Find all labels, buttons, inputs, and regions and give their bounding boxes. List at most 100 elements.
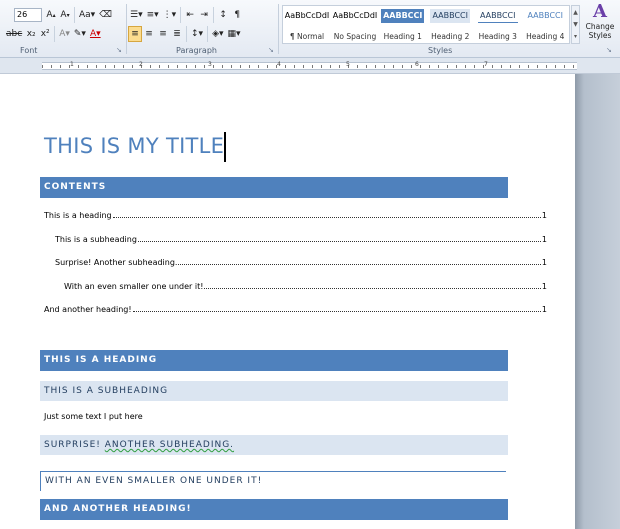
paragraph-dialog-launcher-icon[interactable]: ↘: [268, 46, 276, 54]
toc-leader-dots: [112, 217, 541, 218]
ruler-tick: [123, 65, 124, 68]
ruler-tick: [312, 65, 313, 68]
change-styles-label: Styles: [588, 31, 612, 40]
ruler-tick: [42, 65, 43, 68]
separator: [54, 26, 56, 42]
ruler-tick: [411, 65, 412, 68]
strikethrough-icon[interactable]: abc: [4, 26, 24, 42]
ruler-tick: [519, 65, 520, 68]
ruler-tick: [402, 65, 403, 68]
bullets-icon[interactable]: ☰▾: [128, 7, 145, 23]
toc-entry[interactable]: And another heading! 1: [44, 302, 547, 314]
toc-leader-dots: [178, 264, 541, 265]
subheading-2-prefix: SURPRISE!: [44, 440, 105, 450]
heading-3[interactable]: WITH AN EVEN SMALLER ONE UNDER IT!: [40, 471, 506, 491]
text-cursor: [224, 132, 226, 162]
style-tile[interactable]: AaBbCcDdI ¶ Normal: [282, 6, 332, 43]
page-gutter: [575, 74, 620, 529]
horizontal-ruler[interactable]: 1 2 3 4 5 6 7: [0, 58, 620, 74]
ruler-tick: [321, 65, 322, 68]
ruler-tick: [564, 65, 565, 68]
separator: [74, 7, 75, 23]
font-size-box[interactable]: 26: [14, 8, 42, 22]
scroll-up-icon[interactable]: ▲: [573, 9, 578, 16]
shrink-font-icon[interactable]: A ▾: [58, 7, 72, 23]
change-styles-icon: A: [593, 1, 607, 22]
grow-font-icon[interactable]: A ▴: [44, 7, 58, 23]
show-formatting-icon[interactable]: ¶: [230, 7, 244, 23]
more-icon[interactable]: ▾: [574, 33, 577, 40]
decrease-indent-icon[interactable]: ⇤: [183, 7, 197, 23]
style-tile[interactable]: AABBCCI Heading 2: [427, 6, 475, 43]
ruler-tick: [285, 65, 286, 68]
ruler-tick: [438, 65, 439, 68]
shading-icon[interactable]: ◈▾: [210, 26, 225, 42]
heading-1[interactable]: THIS IS A HEADING: [40, 350, 508, 371]
toc-entry[interactable]: Surprise! Another subheading. 1: [55, 255, 547, 267]
line-spacing-icon[interactable]: ↕▾: [189, 26, 205, 42]
toc-leader-dots: [204, 287, 541, 289]
justify-icon[interactable]: ≣: [170, 26, 184, 42]
ruler-tick: [231, 65, 232, 68]
body-text[interactable]: Just some text I put here: [44, 412, 143, 421]
superscript-icon[interactable]: x²: [38, 26, 52, 42]
style-name: Heading 2: [431, 32, 470, 41]
font-dialog-launcher-icon[interactable]: ↘: [116, 46, 124, 54]
font-color-icon[interactable]: A▾: [88, 26, 103, 42]
numbering-icon[interactable]: ≡▾: [145, 7, 161, 23]
ribbon: 26 A ▴ A ▾ Aa▾ ⌫ abc x₂ x² A▾ ✎▾ A▾ ☰▾ ≡▾ …: [0, 0, 620, 58]
style-preview: AaBbCcDdI: [282, 9, 332, 23]
ruler-number: 2: [139, 61, 143, 68]
document-title[interactable]: THIS IS MY TITLE: [44, 134, 224, 158]
toc-entry[interactable]: With an even smaller one under it! 1: [64, 279, 547, 291]
toc-entry[interactable]: This is a heading 1: [44, 208, 547, 220]
style-tile[interactable]: AABBCCI Heading 1: [379, 6, 427, 43]
ruler-track[interactable]: 1 2 3 4 5 6 7: [42, 61, 577, 70]
increase-indent-icon[interactable]: ⇥: [197, 7, 211, 23]
separator: [213, 7, 215, 23]
group-separator: [278, 4, 279, 54]
align-right-icon[interactable]: ≡: [156, 26, 170, 42]
change-styles-button[interactable]: A Change Styles: [582, 2, 618, 46]
ruler-tick: [501, 65, 502, 68]
ruler-tick: [150, 65, 151, 68]
ruler-tick: [330, 65, 331, 68]
clear-formatting-icon[interactable]: ⌫: [97, 7, 114, 23]
ruler-tick: [546, 65, 547, 68]
styles-dialog-launcher-icon[interactable]: ↘: [606, 46, 614, 54]
toc-entry[interactable]: This is a subheading 1: [55, 232, 547, 244]
ruler-tick: [393, 65, 394, 68]
heading-2[interactable]: AND ANOTHER HEADING!: [40, 499, 508, 520]
text-effects-icon[interactable]: A▾: [57, 26, 72, 42]
ruler-tick: [366, 65, 367, 68]
subscript-icon[interactable]: x₂: [24, 26, 38, 42]
ruler-tick: [294, 65, 295, 68]
toc-entry-label: This is a subheading: [55, 234, 137, 244]
subheading-2[interactable]: SURPRISE! ANOTHER SUBHEADING.: [40, 435, 508, 455]
styles-gallery-scroll[interactable]: ▲ ▼ ▾: [571, 5, 580, 44]
multilevel-list-icon[interactable]: ⋮▾: [161, 7, 179, 23]
toc-entry-label: This is a heading: [44, 211, 112, 220]
ruler-number: 7: [484, 61, 488, 68]
scroll-down-icon[interactable]: ▼: [573, 21, 578, 28]
style-tile[interactable]: AaBbCcDdI No Spacing: [330, 6, 380, 43]
ruler-number: 3: [208, 61, 212, 68]
align-center-icon[interactable]: ≡: [142, 26, 156, 42]
style-tile[interactable]: AABBCCI Heading 3: [474, 6, 522, 43]
change-case-icon[interactable]: Aa▾: [77, 7, 97, 23]
style-tile[interactable]: AABBCCI Heading 4: [522, 6, 570, 43]
sort-icon[interactable]: ↕: [216, 7, 230, 23]
borders-icon[interactable]: ▦▾: [226, 26, 243, 42]
style-name: Heading 4: [526, 32, 565, 41]
ruler-tick: [114, 65, 115, 68]
ruler-tick: [51, 65, 52, 68]
style-preview: AABBCCI: [381, 9, 425, 23]
ruler-tick: [510, 65, 511, 68]
ruler-tick: [465, 65, 466, 68]
ruler-tick: [105, 65, 106, 68]
align-left-icon[interactable]: ≡: [128, 26, 142, 42]
subheading-1[interactable]: THIS IS A SUBHEADING: [40, 381, 508, 401]
highlight-icon[interactable]: ✎▾: [72, 26, 88, 42]
contents-heading[interactable]: CONTENTS: [40, 177, 508, 198]
styles-group-label: Styles: [428, 46, 453, 55]
